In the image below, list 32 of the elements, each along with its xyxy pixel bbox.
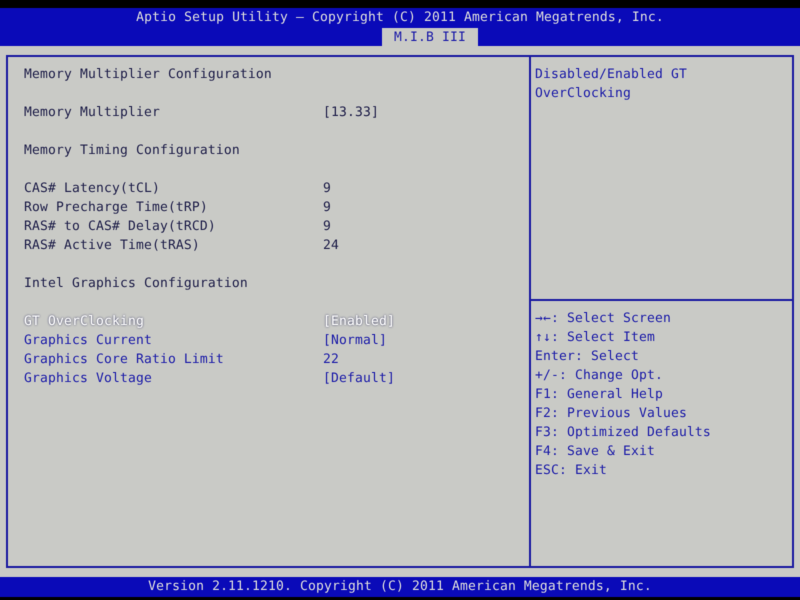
info-value: 9 <box>323 199 331 217</box>
section-heading: Intel Graphics Configuration <box>24 275 248 293</box>
setting-value[interactable]: [Default] <box>323 369 395 388</box>
info-value: 9 <box>323 218 331 236</box>
info-label: Memory Multiplier <box>24 104 161 122</box>
footer-text: Version 2.11.1210. Copyright (C) 2011 American Megatrends, Inc. <box>0 577 800 597</box>
info-value: [13.33] <box>323 104 379 122</box>
key-hint: F1: General Help <box>535 386 663 404</box>
key-hint: ↑↓: Select Item <box>535 329 655 347</box>
key-hint: +/-: Change Opt. <box>535 367 663 385</box>
tab[interactable]: M.I.B III <box>382 28 478 46</box>
key-hint: ESC: Exit <box>535 462 607 480</box>
section-heading: Memory Multiplier Configuration <box>24 66 272 84</box>
key-hint: Enter: Select <box>535 348 639 366</box>
key-hint: →←: Select Screen <box>535 310 671 328</box>
info-label: Row Precharge Time(tRP) <box>24 199 209 217</box>
section-heading: Memory Timing Configuration <box>24 142 240 160</box>
window-title: Aptio Setup Utility – Copyright (C) 2011 American Megatrends, Inc. <box>136 9 664 27</box>
info-value: 24 <box>323 237 339 255</box>
setting-value[interactable]: [Normal] <box>323 331 387 350</box>
setting-value[interactable]: 22 <box>323 350 339 369</box>
setting-label[interactable]: Graphics Voltage <box>24 369 323 388</box>
setting-label[interactable]: Graphics Core Ratio Limit <box>24 350 323 369</box>
key-hint: F3: Optimized Defaults <box>535 424 711 442</box>
key-hint: F2: Previous Values <box>535 405 687 423</box>
help-text: Disabled/Enabled GT OverClocking <box>535 66 688 103</box>
setting-label[interactable]: Graphics Current <box>24 331 323 350</box>
info-label: CAS# Latency(tCL) <box>24 180 161 198</box>
key-hint: F4: Save & Exit <box>535 443 655 461</box>
info-value: 9 <box>323 180 331 198</box>
info-label: RAS# to CAS# Delay(tRCD) <box>24 218 217 236</box>
info-label: RAS# Active Time(tRAS) <box>24 237 201 255</box>
